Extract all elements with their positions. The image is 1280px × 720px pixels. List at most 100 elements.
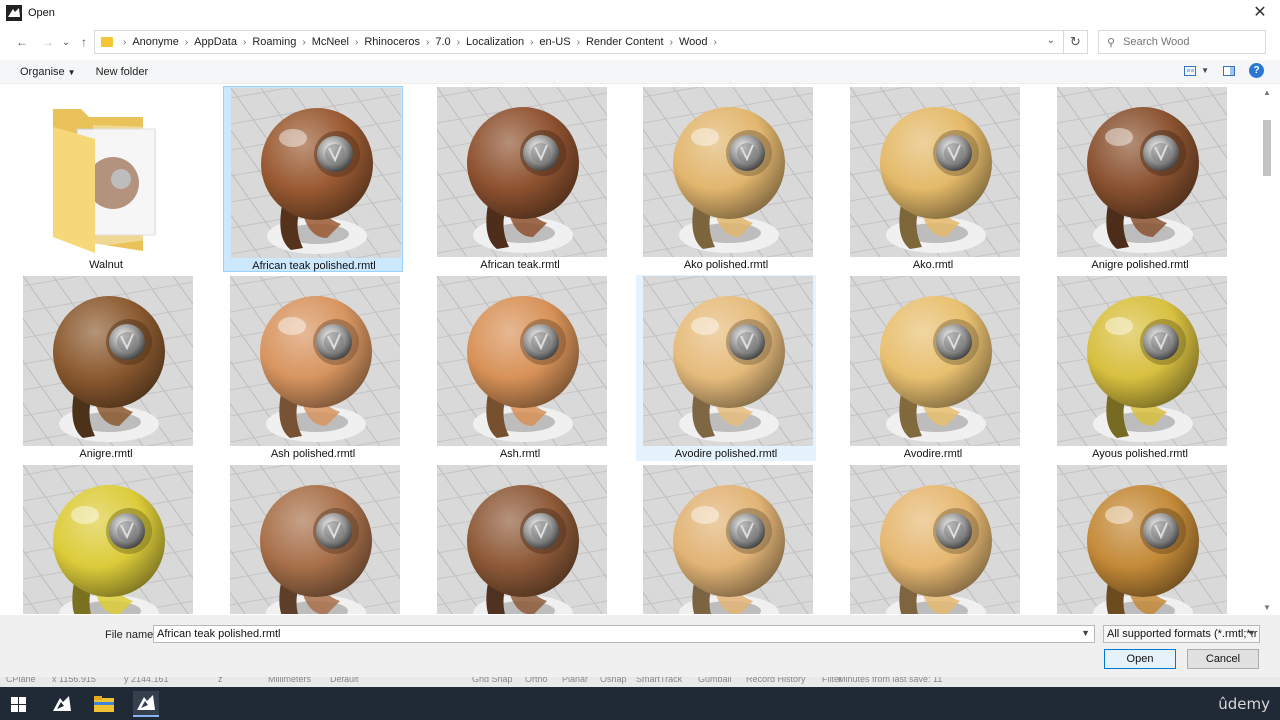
open-button[interactable]: Open xyxy=(1104,649,1176,669)
filter-value: All supported formats (*.rmtl;*.r xyxy=(1107,628,1258,640)
file-name-combobox[interactable]: ▼ xyxy=(153,625,1095,643)
breadcrumb-chevron-icon[interactable]: › xyxy=(185,37,188,48)
breadcrumb-chevron-icon[interactable]: › xyxy=(243,37,246,48)
status-item: Gumball xyxy=(698,677,732,684)
scroll-up-icon[interactable]: ▲ xyxy=(1263,88,1271,97)
breadcrumb-chevron-icon[interactable]: › xyxy=(577,37,580,48)
breadcrumb-chevron-icon[interactable]: › xyxy=(426,37,429,48)
rhino-taskbar-icon[interactable] xyxy=(49,691,75,717)
forward-arrow-icon[interactable]: → xyxy=(38,31,58,53)
search-box[interactable]: ⚲ xyxy=(1098,30,1266,54)
material-file-item[interactable]: Ako.rmtl xyxy=(843,86,1023,272)
breadcrumb-item[interactable]: Wood xyxy=(679,36,708,48)
material-preview-thumbnail xyxy=(643,87,813,257)
material-file-item[interactable]: Ash polished.rmtl xyxy=(223,275,403,461)
file-type-filter[interactable]: All supported formats (*.rmtl;*.r ▼ xyxy=(1103,625,1260,643)
material-file-item[interactable]: Anigre polished.rmtl xyxy=(1050,86,1230,272)
close-icon[interactable]: ✕ xyxy=(1250,3,1270,23)
chevron-down-icon[interactable]: ▼ xyxy=(1081,628,1090,638)
search-icon: ⚲ xyxy=(1107,36,1116,49)
search-input[interactable] xyxy=(1123,36,1254,48)
navigation-row: ← → ⌄ ↑ › Anonyme › AppData › Roaming › McNeel ›… xyxy=(0,28,1280,56)
new-folder-button[interactable]: New folder xyxy=(96,66,149,78)
status-item: Planar xyxy=(562,677,589,684)
dialog-title: Open xyxy=(28,7,55,19)
breadcrumb-chevron-icon[interactable]: › xyxy=(530,37,533,48)
item-label: Ako.rmtl xyxy=(912,259,954,271)
refresh-icon[interactable]: ↻ xyxy=(1064,30,1088,54)
address-bar[interactable]: › Anonyme › AppData › Roaming › McNeel › Rhinocer… xyxy=(94,30,1064,54)
item-label: Walnut xyxy=(89,259,123,271)
up-arrow-icon[interactable]: ↑ xyxy=(74,31,94,53)
breadcrumb-item[interactable]: AppData xyxy=(194,36,237,48)
address-dropdown-icon[interactable]: ⌄ xyxy=(1047,35,1055,46)
material-file-item[interactable] xyxy=(1050,464,1230,614)
toolbar-right-group: ▼ ? xyxy=(1184,63,1264,78)
file-list-view[interactable]: Walnut African teak polished.rmtl African … xyxy=(8,86,1258,614)
breadcrumb-item[interactable]: McNeel xyxy=(312,36,349,48)
material-file-item[interactable]: African teak.rmtl xyxy=(430,86,610,272)
breadcrumb-item[interactable]: Anonyme xyxy=(132,36,178,48)
material-preview-thumbnail xyxy=(1057,276,1227,446)
breadcrumb-chevron-icon[interactable]: › xyxy=(355,37,358,48)
file-name-label: File name: xyxy=(105,629,157,641)
material-preview-thumbnail xyxy=(231,88,401,258)
material-preview-thumbnail xyxy=(1057,87,1227,257)
material-file-item[interactable]: Ash.rmtl xyxy=(430,275,610,461)
material-preview-thumbnail xyxy=(850,87,1020,257)
windows-start-icon[interactable] xyxy=(5,691,31,717)
file-name-panel: File name: ▼ All supported formats (*.rm… xyxy=(0,615,1280,677)
breadcrumb-chevron-icon[interactable]: › xyxy=(123,37,126,48)
material-file-item[interactable]: African teak polished.rmtl xyxy=(223,86,403,272)
rhino-app-icon xyxy=(6,5,22,21)
material-file-item[interactable]: Anigre.rmtl xyxy=(16,275,196,461)
organise-label: Organise xyxy=(20,65,65,78)
item-label: Avodire polished.rmtl xyxy=(674,448,778,460)
breadcrumb-item[interactable]: Localization xyxy=(466,36,524,48)
scroll-down-icon[interactable]: ▼ xyxy=(1263,603,1271,612)
vertical-scrollbar[interactable]: ▲ ▼ xyxy=(1260,86,1274,614)
material-preview-thumbnail xyxy=(23,465,193,614)
breadcrumb-chevron-icon[interactable]: › xyxy=(457,37,460,48)
rhino-open-window-icon[interactable] xyxy=(133,691,159,717)
material-preview-thumbnail xyxy=(230,276,400,446)
recent-locations-chevron-icon[interactable]: ⌄ xyxy=(60,31,72,53)
breadcrumb: › Anonyme › AppData › Roaming › McNeel › Rhinocer… xyxy=(117,36,723,48)
breadcrumb-item[interactable]: 7.0 xyxy=(435,36,450,48)
material-file-item[interactable] xyxy=(636,464,816,614)
material-file-item[interactable]: Ako polished.rmtl xyxy=(636,86,816,272)
breadcrumb-item[interactable]: en-US xyxy=(539,36,570,48)
material-file-item[interactable] xyxy=(16,464,196,614)
scrollbar-thumb[interactable] xyxy=(1263,120,1271,176)
status-item: Minutes from last save: 11 xyxy=(838,677,943,684)
breadcrumb-chevron-icon[interactable]: › xyxy=(670,37,673,48)
material-file-item[interactable]: Ayous polished.rmtl xyxy=(1050,275,1230,461)
status-item: SmartTrack xyxy=(636,677,683,684)
chevron-down-icon[interactable]: ▼ xyxy=(1247,628,1256,638)
material-file-item[interactable] xyxy=(430,464,610,614)
file-name-input[interactable] xyxy=(157,628,1057,640)
back-arrow-icon[interactable]: ← xyxy=(12,31,32,53)
material-file-item[interactable] xyxy=(843,464,1023,614)
breadcrumb-item[interactable]: Rhinoceros xyxy=(364,36,420,48)
material-preview-thumbnail xyxy=(437,276,607,446)
cancel-button[interactable]: Cancel xyxy=(1187,649,1259,669)
help-icon[interactable]: ? xyxy=(1249,63,1264,78)
change-view-button[interactable]: ▼ xyxy=(1184,65,1209,76)
preview-pane-icon[interactable] xyxy=(1223,65,1235,76)
breadcrumb-chevron-icon[interactable]: › xyxy=(302,37,305,48)
breadcrumb-chevron-icon[interactable]: › xyxy=(714,37,717,48)
rhino-status-bar: CPlane x 1156.915 y 2144.161 z Millimeters De… xyxy=(0,677,1280,687)
file-explorer-icon[interactable] xyxy=(91,691,117,717)
material-file-item[interactable] xyxy=(223,464,403,614)
item-label: Ash.rmtl xyxy=(499,448,541,460)
status-item: Default xyxy=(330,677,359,684)
material-file-item[interactable]: Avodire polished.rmtl xyxy=(636,275,816,461)
breadcrumb-item[interactable]: Render Content xyxy=(586,36,664,48)
status-item: z xyxy=(218,677,223,684)
folder-item[interactable]: Walnut xyxy=(16,86,196,272)
organise-button[interactable]: Organise ▼ xyxy=(20,66,76,78)
item-label: Ayous polished.rmtl xyxy=(1092,448,1188,460)
material-file-item[interactable]: Avodire.rmtl xyxy=(843,275,1023,461)
breadcrumb-item[interactable]: Roaming xyxy=(252,36,296,48)
